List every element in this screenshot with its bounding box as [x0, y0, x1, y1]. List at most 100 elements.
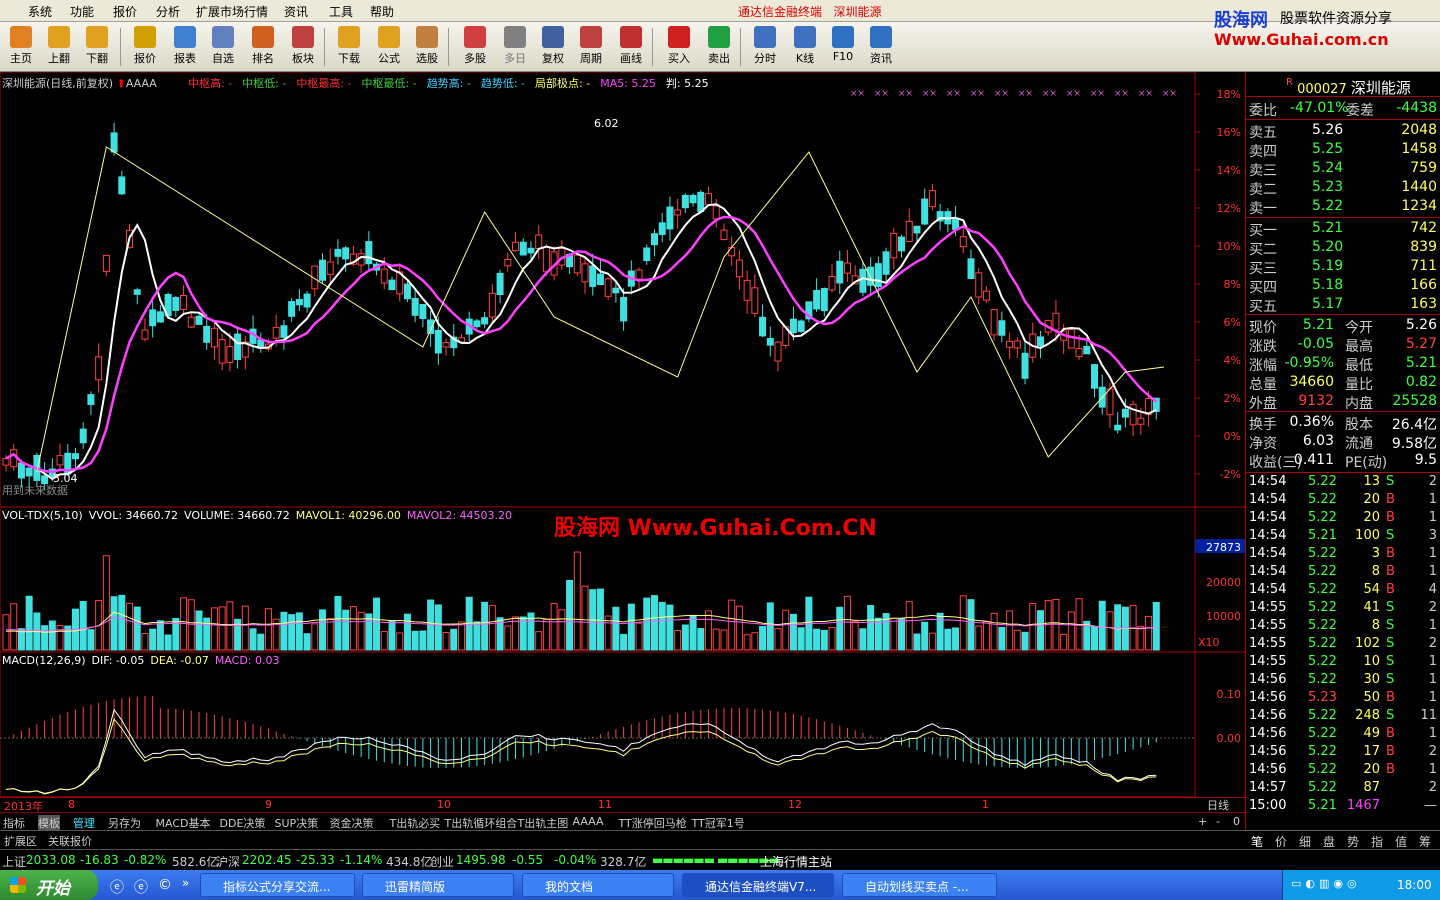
- task-formula-share[interactable]: 指标公式分享交流...: [200, 873, 355, 897]
- vollegend-item: MAVOL1: 40296.00: [295, 509, 401, 522]
- formula-tab-3[interactable]: 另存为: [108, 815, 141, 831]
- formula-tab-5[interactable]: DDE决策: [220, 815, 266, 831]
- period-label[interactable]: 日线: [1207, 797, 1229, 813]
- candle-body: [149, 309, 157, 327]
- tab-ext[interactable]: 扩展区: [4, 833, 37, 849]
- toolbar-button-2[interactable]: 下翻: [78, 24, 116, 70]
- volume-legend: VOL-TDX(5,10) VVOL: 34660.72 VOLUME: 34660…: [2, 509, 518, 522]
- quote-tab-5[interactable]: 指: [1371, 833, 1383, 850]
- formula-tab-12[interactable]: TT涨停回马枪: [619, 815, 687, 831]
- zoom-control-1[interactable]: -: [1216, 815, 1220, 828]
- toolbar-icon-21: [870, 26, 892, 48]
- toolbar-button-11[interactable]: 多股: [456, 24, 494, 70]
- volume-bar: [535, 631, 543, 651]
- candle-body: [403, 283, 411, 300]
- formula-tab-2[interactable]: 管理: [73, 815, 95, 831]
- candle-body: [967, 258, 975, 279]
- ie-icon[interactable]: ⓔ: [110, 877, 124, 897]
- formula-tab-11[interactable]: AAAA: [573, 815, 604, 828]
- volume-bar: [828, 627, 836, 651]
- toolbar-button-18[interactable]: 分时: [746, 24, 784, 70]
- menu-tools[interactable]: 工具: [329, 3, 353, 20]
- toolbar-button-12[interactable]: 多日: [496, 24, 534, 70]
- task-auto-line[interactable]: 自动划线买卖点 -...: [842, 873, 997, 897]
- formula-tab-9[interactable]: T出轨循环组合: [445, 815, 518, 831]
- formula-tab-0[interactable]: 指标: [3, 815, 25, 831]
- candle-body: [658, 222, 666, 235]
- toolbar-button-6[interactable]: 排名: [244, 24, 282, 70]
- task-tdx-terminal[interactable]: 通达信金融终端V7...: [682, 873, 834, 897]
- kline-chart[interactable]: 18%16%14%12%10%8%6%4%2%0%-2%278732000010…: [0, 72, 1245, 812]
- volume-bar: [766, 602, 774, 651]
- tray-icons[interactable]: ▭◐▥◉◎: [1291, 877, 1361, 890]
- formula-tab-8[interactable]: T出轨必买: [390, 815, 441, 831]
- toolbar-button-3[interactable]: 报价: [126, 24, 164, 70]
- toolbar-button-7[interactable]: 板块: [284, 24, 322, 70]
- toolbar-button-5[interactable]: 自选: [204, 24, 242, 70]
- menu-ext-market[interactable]: 扩展市场行情: [196, 3, 268, 20]
- browser-icon[interactable]: ⓔ: [134, 877, 148, 897]
- menu-analysis[interactable]: 分析: [156, 3, 180, 20]
- candle-body: [110, 132, 118, 153]
- tab-related-quote[interactable]: 关联报价: [48, 833, 92, 849]
- menu-system[interactable]: 系统: [28, 3, 52, 20]
- media-icon[interactable]: ©: [158, 877, 172, 893]
- quote-tab-3[interactable]: 盘: [1323, 833, 1335, 850]
- quote-tab-2[interactable]: 细: [1299, 833, 1311, 850]
- toolbar-button-10[interactable]: 选股: [408, 24, 446, 70]
- toolbar-button-14[interactable]: 周期: [572, 24, 610, 70]
- volume-bar: [1006, 610, 1014, 651]
- quote-tab-6[interactable]: 值: [1395, 833, 1407, 850]
- zoom-control-0[interactable]: +: [1198, 815, 1207, 828]
- vollegend-item: VOLUME: 34660.72: [184, 509, 290, 522]
- menu-function[interactable]: 功能: [70, 3, 94, 20]
- pct-tick-label: 10%: [1217, 240, 1241, 253]
- start-button[interactable]: 开始: [0, 870, 98, 900]
- task-xunlei[interactable]: 迅雷精简版: [362, 873, 514, 897]
- formula-tab-13[interactable]: TT冠军1号: [692, 815, 745, 831]
- formula-tab-7[interactable]: 资金决策: [330, 815, 374, 831]
- candle-body: [496, 272, 504, 296]
- toolbar-button-16[interactable]: 买入: [660, 24, 698, 70]
- toolbar-button-15[interactable]: 画线: [612, 24, 650, 70]
- toolbar-button-1[interactable]: 上翻: [40, 24, 78, 70]
- toolbar-button-4[interactable]: 报表: [166, 24, 204, 70]
- tick-row: B: [1386, 762, 1395, 777]
- toolbar-button-0[interactable]: 主页: [2, 24, 40, 70]
- task-my-documents[interactable]: 我的文档: [522, 873, 674, 897]
- candle-body: [890, 232, 898, 259]
- volume-bar: [712, 628, 720, 651]
- tick-row: 1: [1428, 618, 1437, 633]
- candle-body: [604, 278, 612, 297]
- expand-icon[interactable]: »: [182, 876, 189, 890]
- candle-body: [643, 247, 651, 262]
- toolbar-button-13[interactable]: 复权: [534, 24, 572, 70]
- formula-tab-10[interactable]: T出轨主图: [518, 815, 569, 831]
- tick-row: 50: [1363, 690, 1380, 705]
- menu-help[interactable]: 帮助: [370, 3, 394, 20]
- volume-bar: [635, 622, 643, 651]
- date-tick: 10: [437, 798, 451, 811]
- quote-tab-4[interactable]: 势: [1347, 833, 1359, 850]
- formula-tab-6[interactable]: SUP决策: [275, 815, 319, 831]
- formula-tab-4[interactable]: MACD基本: [156, 815, 211, 831]
- toolbar-button-8[interactable]: 下载: [330, 24, 368, 70]
- toolbar-button-17[interactable]: 卖出: [700, 24, 738, 70]
- menu-quote[interactable]: 报价: [113, 3, 137, 20]
- quote-tab-7[interactable]: 筹: [1419, 833, 1431, 850]
- quote-tab-1[interactable]: 价: [1275, 833, 1287, 850]
- toolbar-button-9[interactable]: 公式: [370, 24, 408, 70]
- toolbar-button-19[interactable]: K线: [786, 24, 824, 70]
- zoom-control-2[interactable]: 0: [1233, 815, 1240, 828]
- toolbar-button-21[interactable]: 资讯: [862, 24, 900, 70]
- menu-news[interactable]: 资讯: [284, 3, 308, 20]
- chart-area[interactable]: 18% 16% 14% 12% 10% 8% 6% 4% 2% 0% -2% 27873 20000 10…: [0, 72, 1245, 830]
- vollegend-item: VOL-TDX(5,10): [2, 509, 83, 522]
- tick-row: B: [1386, 726, 1395, 741]
- formula-tab-1[interactable]: 模板: [38, 815, 60, 831]
- ask-row: 卖三: [1249, 163, 1277, 179]
- volume-bar: [1114, 604, 1122, 651]
- quote-tab-0[interactable]: 笔: [1251, 833, 1263, 850]
- stat-row: 5.21: [1302, 317, 1334, 333]
- toolbar-button-20[interactable]: F10: [824, 24, 862, 70]
